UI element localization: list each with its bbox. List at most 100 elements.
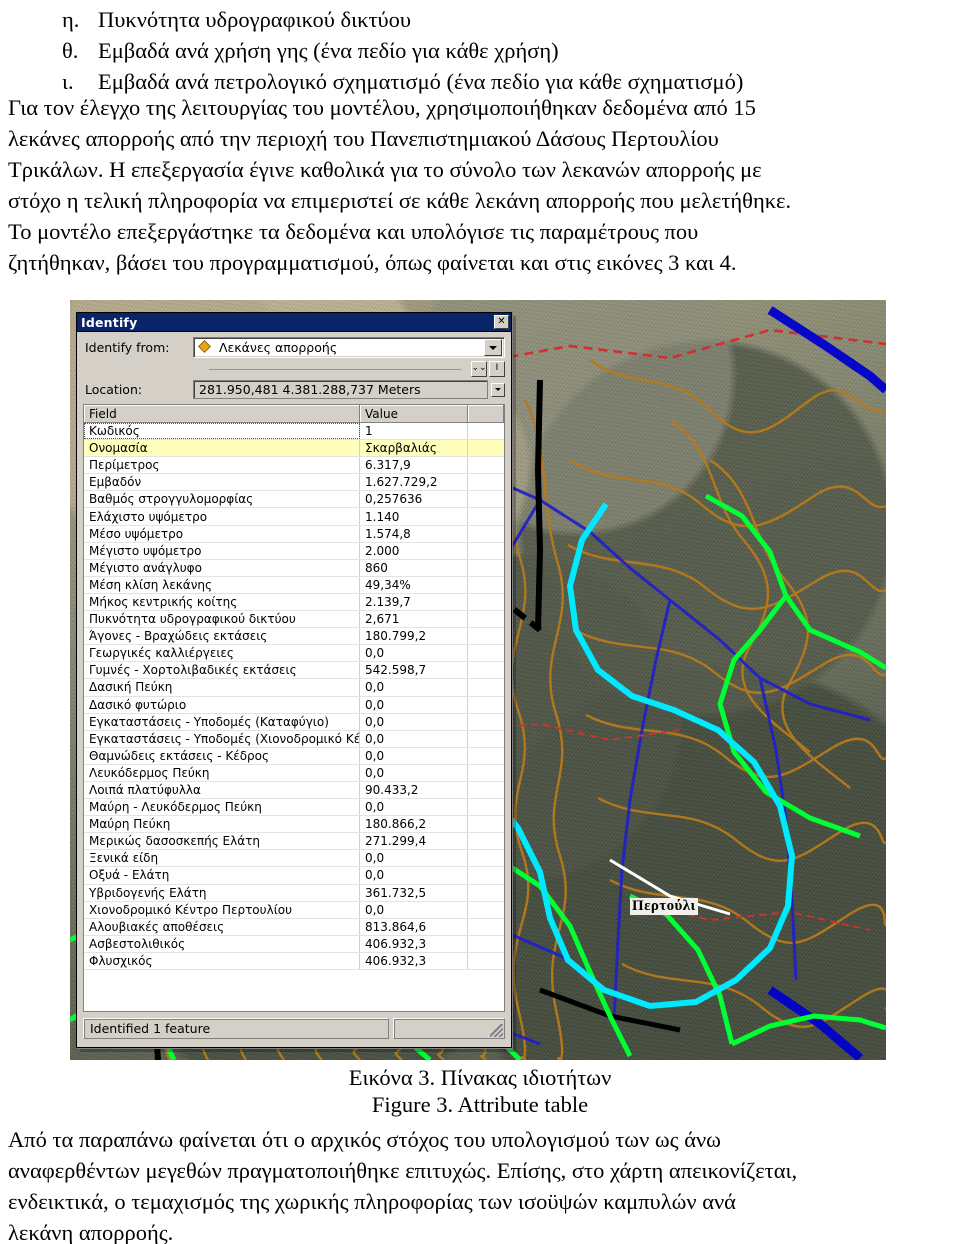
cell-spacer [468,714,504,730]
cell-field: Μαύρη Πεύκη [84,816,360,833]
table-row[interactable]: Χιονοδρομικό Κέντρο Περτουλίου 0,0 [84,901,504,919]
paragraph-line: Τρικάλων. Η επεξεργασία έγινε καθολικά γ… [8,157,762,182]
table-row[interactable]: Μέσο υψόμετρο 1.574,8 [84,525,504,543]
cell-spacer [468,474,504,490]
list-item-marker: η. [62,7,80,32]
cell-field: Μέγιστο ανάγλυφο [84,559,360,576]
status-secondary-panel [393,1018,505,1039]
table-row[interactable]: Άγονες - Βραχώδεις εκτάσεις 180.799,2 [84,628,504,646]
cell-field: Λοιπά πλατύφυλλα [84,781,360,799]
cell-field: Εγκαταστάσεις - Υποδομές (Χιονοδρομικό Κ… [84,730,360,747]
table-row[interactable]: Θαμνώδεις εκτάσεις - Κέδρος 0,0 [84,747,504,765]
cell-field: Εμβαδόν [84,474,360,491]
cell-field: Δασικό φυτώριο [84,696,360,713]
list-item: η. Πυκνότητα υδρογραφικού δικτύου [62,4,942,35]
column-header-value[interactable]: Value [360,405,468,422]
location-dropdown-icon[interactable] [491,382,505,397]
divider [209,369,461,370]
paragraph-line: Το μοντέλο επεξεργάστηκε τα δεδομένα και… [8,219,699,244]
cell-spacer [468,885,504,901]
paragraph-line: λεκάνες απορροής από την περιοχή του Παν… [8,126,719,151]
table-row[interactable]: Γεωργικές καλλιέργειες 0,0 [84,645,504,663]
cell-spacer [468,697,504,713]
info-icon[interactable]: I [489,360,505,377]
cell-value: 49,34% [360,576,468,593]
expand-all-icon[interactable]: ⌄⌄ [471,360,487,377]
cell-spacer [468,816,504,832]
table-row[interactable]: Ονομασία Σκαρβαλιάς [84,440,504,458]
cell-field: Θαμνώδεις εκτάσεις - Κέδρος [84,747,360,764]
numbered-list: η. Πυκνότητα υδρογραφικού δικτύου θ. Εμβ… [62,4,942,97]
cell-spacer [468,902,504,918]
location-field[interactable]: 281.950,481 4.381.288,737 Meters [193,380,488,399]
table-row[interactable]: Δασικό φυτώριο 0,0 [84,696,504,714]
close-icon[interactable]: ✕ [494,315,509,329]
table-header-row: Field Value [84,405,504,423]
cell-field: Κωδικός [84,423,360,440]
table-row[interactable]: Δασική Πεύκη 0,0 [84,679,504,697]
table-row[interactable]: Κωδικός 1 [84,423,504,441]
table-row[interactable]: Μέγιστο ανάγλυφο 860 [84,559,504,577]
cell-value: 0,0 [360,764,468,781]
table-row[interactable]: Οξυά - Ελάτη 0,0 [84,867,504,885]
table-row[interactable]: Μήκος κεντρικής κοίτης 2.139,7 [84,593,504,612]
cell-spacer [468,833,504,849]
table-row[interactable]: Λοιπά πλατύφυλλα 90.433,2 [84,781,504,800]
identify-from-row: Identify from: Λεκάνες απορροής [83,337,505,358]
cell-field: Αλουβιακές αποθέσεις [84,918,360,935]
cell-spacer [468,560,504,576]
chevron-down-icon[interactable] [484,339,502,356]
table-body[interactable]: Κωδικός 1 Ονομασία Σκαρβαλιάς Περίμετρος 6.31… [84,423,504,1011]
cell-value: 0,257636 [360,491,468,508]
figure-caption: Εικόνα 3. Πίνακας ιδιοτήτων Figure 3. At… [0,1064,960,1118]
table-row[interactable]: Μερικώς δασοσκεπής Ελάτη 271.299,4 [84,833,504,851]
dialog-title: Identify [81,314,138,330]
dialog-body: Identify from: Λεκάνες απορροής ⌄⌄ I Loc… [77,332,511,1045]
cell-value: 406.932,3 [360,952,468,969]
cell-field: Υβριδογενής Ελάτη [84,884,360,901]
cell-spacer [468,491,504,507]
cell-field: Λευκόδερμος Πεύκη [84,764,360,781]
table-row[interactable]: Εγκαταστάσεις - Υποδομές (Καταφύγιο) 0,0 [84,713,504,731]
table-row[interactable]: Υβριδογενής Ελάτη 361.732,5 [84,884,504,902]
table-row[interactable]: Εμβαδόν 1.627.729,2 [84,474,504,492]
cell-spacer [468,782,504,798]
table-row[interactable]: Περίμετρος 6.317,9 [84,457,504,475]
table-row[interactable]: Εγκαταστάσεις - Υποδομές (Χιονοδρομικό Κ… [84,730,504,748]
table-row[interactable]: Μαύρη Πεύκη 180.866,2 [84,816,504,834]
table-row[interactable]: Ξενικά είδη 0,0 [84,850,504,868]
table-row[interactable]: Φλυσχικός 406.932,3 [84,952,504,970]
table-row[interactable]: Λευκόδερμος Πεύκη 0,0 [84,764,504,782]
dialog-titlebar[interactable]: Identify ✕ [77,313,511,332]
cell-value: Σκαρβαλιάς [360,440,468,457]
identify-from-select[interactable]: Λεκάνες απορροής [193,337,505,358]
cell-field: Μερικώς δασοσκεπής Ελάτη [84,833,360,850]
table-row[interactable]: Ελάχιστο υψόμετρο 1.140 [84,508,504,526]
table-row[interactable]: Μέση κλίση λεκάνης 49,34% [84,576,504,594]
cell-field: Οξυά - Ελάτη [84,867,360,884]
table-row[interactable]: Ασβεστολιθικός 406.932,3 [84,935,504,953]
table-row[interactable]: Μαύρη - Λευκόδερμος Πεύκη 0,0 [84,799,504,817]
cell-spacer [468,679,504,695]
cell-field: Περίμετρος [84,457,360,474]
identify-dialog[interactable]: Identify ✕ Identify from: Λεκάνες απορρο… [76,312,512,1048]
location-label: Location: [85,382,143,397]
table-row[interactable]: Πυκνότητα υδρογραφικού δικτύου 2,671 [84,611,504,629]
cell-field: Δασική Πεύκη [84,679,360,696]
table-row[interactable]: Μέγιστο υψόμετρο 2.000 [84,542,504,560]
table-row[interactable]: Βαθμός στρογγυλομορφίας 0,257636 [84,491,504,509]
column-header-spacer[interactable] [468,405,504,422]
cell-field: Ονομασία [84,440,360,457]
table-row[interactable]: Αλουβιακές αποθέσεις 813.864,6 [84,918,504,936]
cell-value: 813.864,6 [360,918,468,935]
cell-field: Πυκνότητα υδρογραφικού δικτύου [84,611,360,628]
table-row[interactable]: Γυμνές - Χορτολιβαδικές εκτάσεις 542.598,… [84,662,504,680]
cell-spacer [468,953,504,969]
resize-grip-icon[interactable] [490,1024,503,1037]
attribute-table[interactable]: Field Value Κωδικός 1 Ονομασία Σκαρβαλιάς Πε… [83,404,505,1012]
cell-value: 90.433,2 [360,781,468,799]
cell-spacer [468,577,504,593]
column-header-field[interactable]: Field [84,405,360,422]
cell-field: Γεωργικές καλλιέργειες [84,645,360,662]
cell-field: Βαθμός στρογγυλομορφίας [84,491,360,508]
